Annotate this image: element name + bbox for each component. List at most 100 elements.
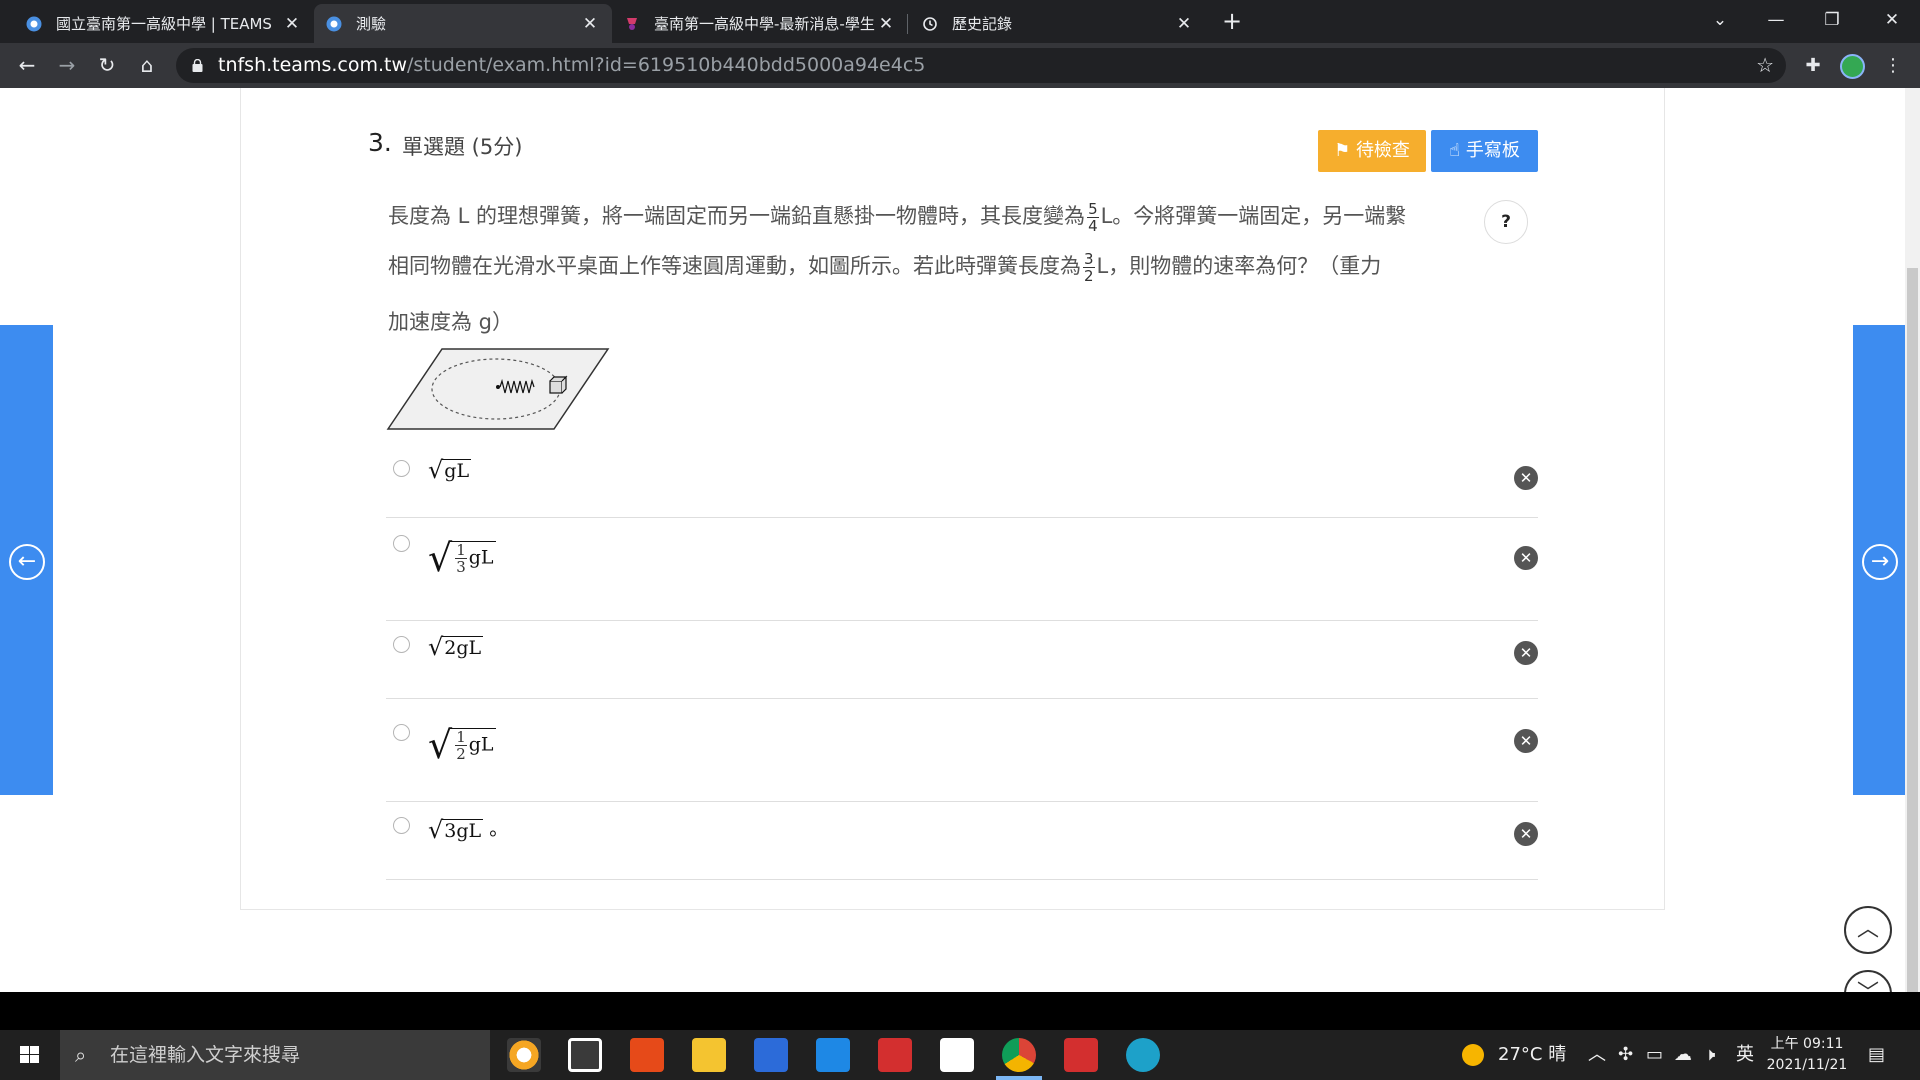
- option-c[interactable]: √2gL ✕: [386, 621, 1538, 699]
- forward-icon[interactable]: →: [52, 51, 82, 81]
- teams-favicon-icon: [26, 16, 42, 31]
- previous-question-button[interactable]: ←: [0, 325, 53, 795]
- tray-expand-icon[interactable]: ︿: [1588, 1030, 1606, 1080]
- fraction-denominator: 2: [456, 745, 466, 763]
- fraction: 12: [455, 729, 467, 762]
- history-icon: [923, 16, 937, 31]
- tab-school-news[interactable]: 臺南第一高級中學-最新消息-學生 ✕: [612, 4, 908, 43]
- question-text-line-1: 長度為 L 的理想彈簧，將一端固定而另一端鉛直懸掛一物體時，其長度變為 5 4 L。今…: [388, 200, 1406, 234]
- home-icon[interactable]: ⌂: [132, 51, 162, 81]
- close-tab-icon[interactable]: ✕: [282, 14, 302, 34]
- fraction-numerator: 1: [455, 541, 467, 559]
- url-host: tnfsh.teams.com.tw: [218, 54, 407, 76]
- hand-icon: ☝: [1449, 140, 1461, 161]
- clock-time: 上午 09:11: [1770, 1036, 1844, 1052]
- eliminate-option-icon[interactable]: ✕: [1514, 822, 1538, 846]
- app-assistant-icon[interactable]: [507, 1038, 541, 1072]
- notification-icon[interactable]: ▤: [1868, 1030, 1885, 1080]
- option-a[interactable]: √gL ✕: [386, 448, 1538, 518]
- fraction-denominator: 3: [456, 558, 466, 576]
- option-formula: √gL: [428, 456, 472, 484]
- radicand-tail: gL: [468, 733, 494, 756]
- tab-history[interactable]: 歷史記錄 ✕: [910, 4, 1206, 43]
- active-app-indicator: [996, 1076, 1042, 1080]
- handwriting-pad-button[interactable]: ☝ 手寫板: [1431, 130, 1538, 172]
- tab-title: 國立臺南第一高級中學 | TEAMS: [56, 15, 272, 33]
- option-b[interactable]: √ 1 3 gL ✕: [386, 518, 1538, 621]
- exam-favicon-icon: [326, 16, 342, 31]
- browser-toolbar: ← → ↻ ⌂ tnfsh.teams.com.tw/student/exam.…: [0, 43, 1920, 88]
- handwriting-pad-label: 手寫板: [1465, 140, 1520, 161]
- close-tab-icon[interactable]: ✕: [1174, 14, 1194, 34]
- close-tab-icon[interactable]: ✕: [580, 14, 600, 34]
- address-bar[interactable]: tnfsh.teams.com.tw/student/exam.html?id=…: [176, 48, 1786, 83]
- dev-cpp-icon[interactable]: [754, 1038, 788, 1072]
- scroll-down-button[interactable]: ﹀: [1844, 970, 1892, 992]
- cloud-icon[interactable]: ☁: [1674, 1030, 1692, 1080]
- option-formula: √ 1 3 gL: [428, 536, 496, 580]
- taskbar-search-input[interactable]: ⌕ 在這裡輸入文字來搜尋: [60, 1030, 490, 1080]
- question-text: L，則物體的速率為何？（重力: [1096, 254, 1382, 278]
- google-icon[interactable]: [940, 1038, 974, 1072]
- close-window-icon[interactable]: ✕: [1864, 0, 1920, 43]
- chrome-icon[interactable]: [1002, 1038, 1036, 1072]
- ime-indicator[interactable]: 英: [1736, 1030, 1754, 1080]
- option-formula: √ 1 2 gL: [428, 723, 496, 767]
- store-icon[interactable]: [568, 1038, 602, 1072]
- radio-button[interactable]: [393, 817, 410, 834]
- arrow-right-icon: →: [1862, 544, 1898, 580]
- bookmark-star-icon[interactable]: ☆: [1756, 48, 1774, 83]
- pending-review-button[interactable]: ⚑ 待檢查: [1318, 130, 1426, 172]
- tab-title: 歷史記錄: [952, 15, 1013, 33]
- profile-avatar[interactable]: [1840, 54, 1865, 79]
- presentation-app-icon[interactable]: [1064, 1038, 1098, 1072]
- reload-icon[interactable]: ↻: [92, 51, 122, 81]
- tab-title: 臺南第一高級中學-最新消息-學生: [654, 15, 875, 33]
- question-text-line-2: 相同物體在光滑水平桌面上作等速圓周運動，如圖所示。若此時彈簧長度為 3 2 L，則物體…: [388, 250, 1381, 284]
- fraction: 13: [455, 542, 467, 575]
- fraction-numerator: 1: [455, 728, 467, 746]
- eliminate-option-icon[interactable]: ✕: [1514, 466, 1538, 490]
- option-e[interactable]: √3gL 。 ✕: [386, 802, 1538, 880]
- bookmark-icon: ⚑: [1334, 140, 1351, 161]
- radicand: gL: [442, 458, 472, 482]
- option-d[interactable]: √ 1 2 gL ✕: [386, 699, 1538, 802]
- file-explorer-icon[interactable]: [692, 1038, 726, 1072]
- windows-start-icon[interactable]: [0, 1030, 60, 1080]
- fraction: 32: [1083, 251, 1095, 284]
- eliminate-option-icon[interactable]: ✕: [1514, 729, 1538, 753]
- tab-exam[interactable]: 測驗 ✕: [314, 4, 612, 43]
- gift-app-icon[interactable]: [878, 1038, 912, 1072]
- restore-icon[interactable]: ❐: [1804, 0, 1860, 43]
- minimize-icon[interactable]: —: [1748, 0, 1804, 43]
- question-text: 相同物體在光滑水平桌面上作等速圓周運動，如圖所示。若此時彈簧長度為: [388, 254, 1081, 278]
- new-tab-button[interactable]: +: [1218, 8, 1246, 36]
- mail-icon[interactable]: [816, 1038, 850, 1072]
- edge-icon[interactable]: [1126, 1038, 1160, 1072]
- office-icon[interactable]: [630, 1038, 664, 1072]
- radio-button[interactable]: [393, 535, 410, 552]
- eliminate-option-icon[interactable]: ✕: [1514, 546, 1538, 570]
- volume-muted-icon[interactable]: 🕨: [1704, 1030, 1715, 1080]
- close-tab-icon[interactable]: ✕: [876, 14, 896, 34]
- tab-search-icon[interactable]: ⌄: [1692, 0, 1748, 43]
- back-icon[interactable]: ←: [12, 51, 42, 81]
- fraction-numerator: 5: [1087, 199, 1099, 218]
- weather-sun-icon[interactable]: [1462, 1030, 1484, 1080]
- radio-button[interactable]: [393, 636, 410, 653]
- dropbox-icon[interactable]: ✣: [1618, 1030, 1633, 1080]
- page-content: 3. 單選題 (5分) ⚑ 待檢查 ☝ 手寫板 ? 長度為 L 的理想彈簧，將一…: [0, 88, 1920, 992]
- eliminate-option-icon[interactable]: ✕: [1514, 641, 1538, 665]
- extensions-icon[interactable]: ✚: [1800, 53, 1826, 79]
- scroll-up-button[interactable]: ︿: [1844, 906, 1892, 954]
- tab-teams[interactable]: 國立臺南第一高級中學 | TEAMS ✕: [14, 4, 314, 43]
- radio-button[interactable]: [393, 724, 410, 741]
- scrollbar-thumb[interactable]: [1907, 268, 1918, 992]
- next-question-button[interactable]: →: [1853, 325, 1906, 795]
- battery-icon[interactable]: ▭: [1646, 1030, 1663, 1080]
- help-button[interactable]: ?: [1484, 200, 1528, 244]
- radio-button[interactable]: [393, 460, 410, 477]
- system-clock[interactable]: 上午 09:11 2021/11/21: [1762, 1034, 1852, 1076]
- weather-text[interactable]: 27°C 晴: [1498, 1030, 1566, 1080]
- menu-icon[interactable]: ⋮: [1880, 53, 1906, 79]
